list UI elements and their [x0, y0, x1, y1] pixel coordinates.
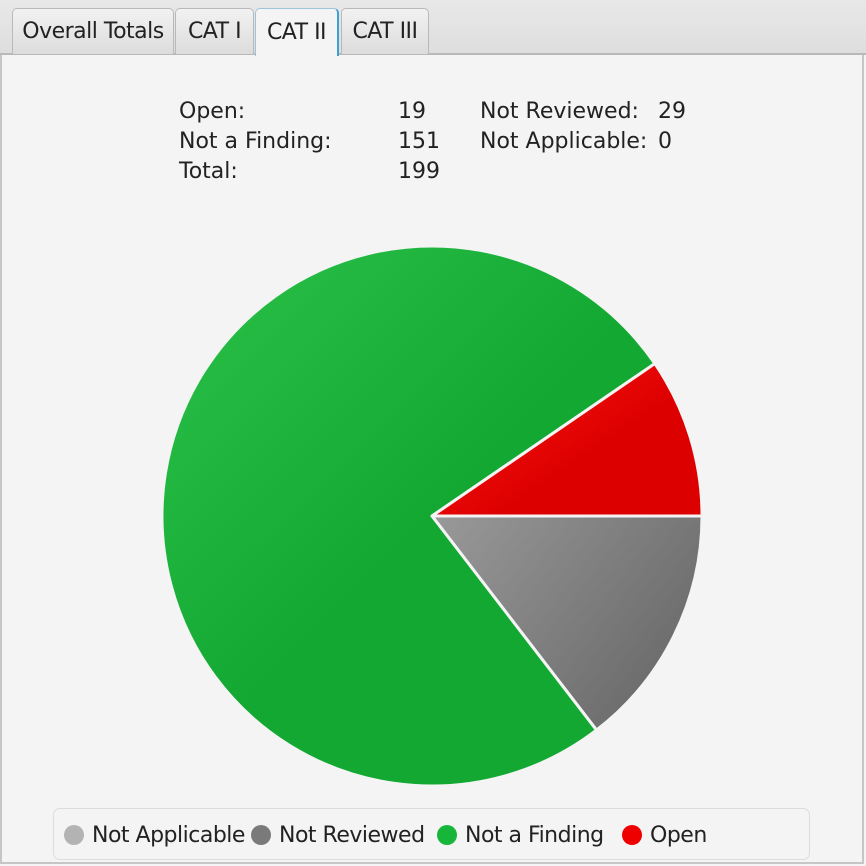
- legend-marker-not-reviewed: [251, 825, 271, 845]
- legend-label: Open: [650, 822, 707, 848]
- legend-marker-not-applicable: [64, 825, 84, 845]
- legend-marker-open: [622, 825, 642, 845]
- legend-marker-not-a-finding: [437, 825, 457, 845]
- legend-item-not-reviewed: Not Reviewed: [251, 821, 425, 849]
- legend-label: Not a Finding: [465, 822, 604, 848]
- chart-legend: Not Applicable Not Reviewed Not a Findin…: [53, 808, 810, 860]
- legend-item-open: Open: [622, 821, 707, 849]
- legend-label: Not Applicable: [92, 822, 245, 848]
- legend-item-not-a-finding: Not a Finding: [437, 821, 604, 849]
- pie-chart: [160, 244, 704, 788]
- legend-label: Not Reviewed: [279, 822, 425, 848]
- legend-item-not-applicable: Not Applicable: [64, 821, 245, 849]
